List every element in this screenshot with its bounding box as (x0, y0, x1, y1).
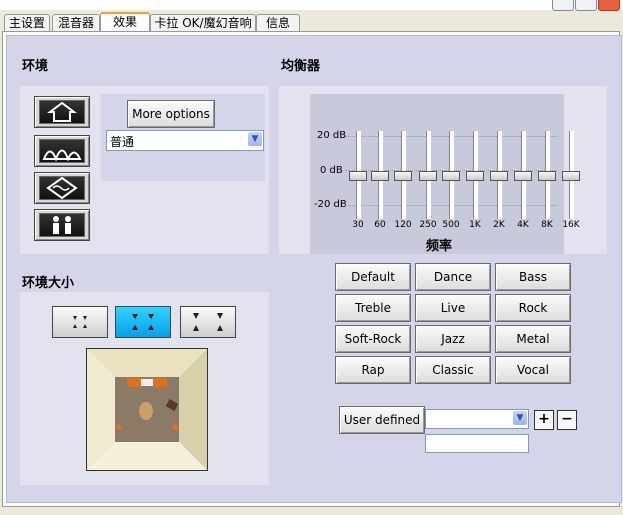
large-room-icon (193, 313, 223, 331)
db-label-middle: 0 dB (320, 165, 343, 176)
environment-title: 环境 (22, 59, 49, 74)
room-size-small-button[interactable] (52, 306, 108, 338)
opera-house-icon (42, 149, 82, 162)
preset-live-button[interactable]: Live (415, 294, 491, 322)
remove-preset-button[interactable]: − (557, 410, 577, 430)
people-icon (53, 216, 71, 234)
user-defined-button[interactable]: User defined (339, 406, 425, 434)
close-button[interactable] (598, 0, 620, 11)
frequency-title: 频率 (426, 239, 453, 254)
preset-classic-button[interactable]: Classic (415, 356, 491, 384)
tab-karaoke[interactable]: 卡拉 OK/魔幻音响 (150, 14, 256, 32)
eq-frequency-label: 8K (541, 220, 553, 230)
equalizer-title: 均衡器 (281, 59, 321, 74)
preset-vocal-button[interactable]: Vocal (495, 356, 571, 384)
minimize-button[interactable] (552, 0, 574, 11)
preset-rap-button[interactable]: Rap (335, 356, 411, 384)
window-bottom-edge (0, 507, 623, 515)
preset-rock-button[interactable]: Rock (495, 294, 571, 322)
window-titlebar (0, 0, 623, 11)
user-defined-group (286, 392, 606, 468)
tab-info[interactable]: 信息 (256, 14, 300, 32)
preset-jazz-button[interactable]: Jazz (415, 325, 491, 353)
chevron-down-icon[interactable]: ▼ (513, 411, 527, 425)
eq-slider-knob[interactable] (466, 171, 484, 181)
eq-frequency-label: 16K (562, 220, 580, 230)
preset-metal-button[interactable]: Metal (495, 325, 571, 353)
maximize-button[interactable] (575, 0, 597, 11)
chevron-down-icon[interactable]: ▼ (248, 132, 262, 146)
env-button-people[interactable] (34, 209, 90, 241)
preset-default-button[interactable]: Default (335, 263, 411, 291)
room-perspective-image (87, 349, 207, 470)
env-button-concert[interactable] (34, 135, 90, 167)
tab-mixer[interactable]: 混音器 (52, 14, 100, 32)
preset-bass-button[interactable]: Bass (495, 263, 571, 291)
user-defined-select[interactable]: ▼ (425, 409, 529, 429)
eq-slider-knob[interactable] (490, 171, 508, 181)
db-label-bottom: -20 dB (314, 199, 347, 210)
eq-slider-knob[interactable] (394, 171, 412, 181)
eq-frequency-label: 2K (493, 220, 505, 230)
env-button-home[interactable] (34, 96, 90, 128)
room-size-title: 环境大小 (22, 276, 75, 291)
room-size-large-button[interactable] (180, 306, 236, 338)
preset-treble-button[interactable]: Treble (335, 294, 411, 322)
add-preset-button[interactable]: + (534, 410, 554, 430)
medium-room-icon (132, 314, 154, 330)
eq-slider-knob[interactable] (419, 171, 437, 181)
eq-frequency-label: 120 (394, 220, 412, 230)
eq-frequency-label: 4K (517, 220, 529, 230)
environment-preset-value: 普通 (110, 135, 135, 149)
env-button-underwater[interactable] (34, 172, 90, 204)
environment-preset-select[interactable]: 普通 ▼ (106, 130, 264, 151)
eq-slider-knob[interactable] (349, 171, 367, 181)
house-icon (47, 101, 77, 122)
db-label-top: 20 dB (317, 130, 347, 141)
eq-slider-knob[interactable] (562, 171, 580, 181)
room-size-medium-button[interactable] (115, 306, 171, 338)
eq-frequency-label: 500 (442, 220, 460, 230)
preset-soft-rock-button[interactable]: Soft-Rock (335, 325, 411, 353)
wave-icon (46, 176, 78, 200)
eq-frequency-label: 1K (469, 220, 481, 230)
preset-name-input[interactable] (425, 434, 529, 453)
small-room-icon (73, 316, 87, 328)
tab-main-settings[interactable]: 主设置 (4, 14, 50, 32)
room-preview (86, 348, 208, 471)
eq-slider-knob[interactable] (371, 171, 389, 181)
more-options-button[interactable]: More options (127, 100, 215, 128)
eq-slider-knob[interactable] (514, 171, 532, 181)
tab-strip: 主设置 混音器 效果 卡拉 OK/魔幻音响 信息 (0, 12, 623, 34)
eq-slider-knob[interactable] (538, 171, 556, 181)
eq-slider-knob[interactable] (442, 171, 460, 181)
preset-dance-button[interactable]: Dance (415, 263, 491, 291)
